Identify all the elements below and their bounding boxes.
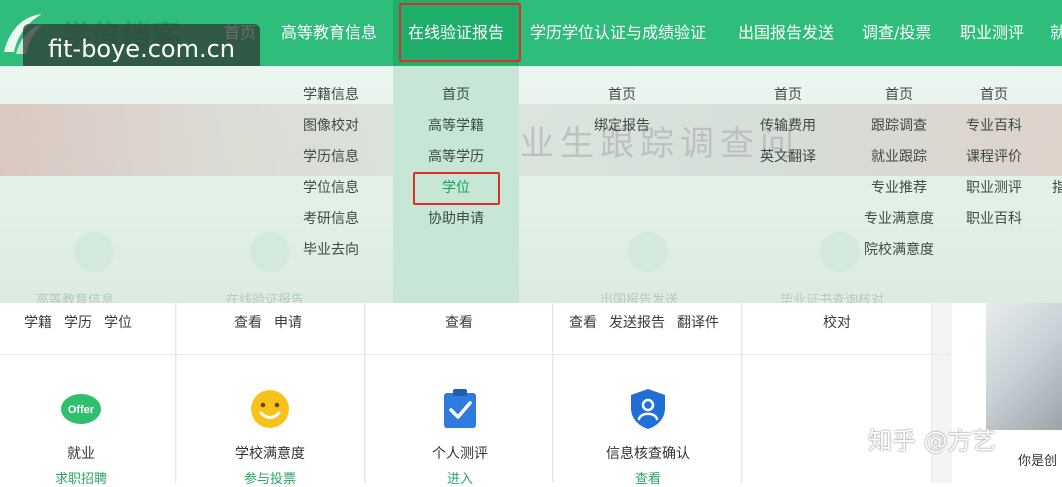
menu-item[interactable]: 绑定报告 (567, 111, 677, 142)
menu-item[interactable]: 专业百科 (939, 111, 1049, 142)
card-title-info-verification: 信息核查确认 (606, 446, 690, 462)
menu-item[interactable]: 学历信息 (276, 142, 386, 173)
menu-item[interactable]: 首页 (401, 80, 511, 111)
divider (0, 354, 950, 355)
menu-item[interactable]: 跟踪调查 (844, 111, 954, 142)
card-link-vote[interactable]: 参与投票 (190, 468, 350, 487)
menu-item[interactable]: 专业满意度 (844, 204, 954, 235)
dropdown-column-career: 首页 专业百科 课程评价 职业测评 职业百科 (939, 80, 1049, 235)
shield-user-icon (631, 389, 665, 429)
menu-item[interactable]: 首页 (567, 80, 677, 111)
link-xuewei[interactable]: 学位 (104, 315, 132, 331)
link-view[interactable]: 查看 (569, 315, 597, 331)
menu-item[interactable]: 协助申请 (401, 204, 511, 235)
dropdown-column-overseas-report: 首页 传输费用 英文翻译 (733, 80, 843, 173)
card-link-view[interactable]: 查看 (568, 468, 728, 487)
menu-item[interactable]: 首页 (844, 80, 954, 111)
card-links-higher-education: 学籍 学历 学位 (24, 312, 132, 332)
watermark-zhihu: 知乎 @方艺 (868, 427, 996, 455)
menu-item[interactable]: 英文翻译 (733, 142, 843, 173)
faded-education-icon (74, 232, 114, 272)
menu-item[interactable]: 毕业去向 (276, 235, 386, 266)
menu-item[interactable]: 考研信息 (276, 204, 386, 235)
card-links-certification: 查看 (445, 312, 473, 332)
link-view[interactable]: 查看 (234, 315, 262, 331)
link-xueji[interactable]: 学籍 (24, 315, 52, 331)
dropdown-column-higher-education: 学籍信息 图像校对 学历信息 学位信息 考研信息 毕业去向 (276, 80, 386, 266)
menu-item[interactable]: 传输费用 (733, 111, 843, 142)
menu-item[interactable]: 学位信息 (276, 173, 386, 204)
link-translation[interactable]: 翻译件 (677, 315, 719, 331)
menu-item[interactable]: 职业百科 (939, 204, 1049, 235)
nav-overseas-report[interactable]: 出国报告发送 (738, 0, 834, 66)
nav-degree-certification[interactable]: 学历学位认证与成绩验证 (530, 0, 706, 66)
card-links-diploma: 校对 (823, 312, 851, 332)
highlight-box-degree (413, 172, 500, 205)
menu-item[interactable]: 专业推荐 (844, 173, 954, 204)
link-apply[interactable]: 申请 (274, 315, 302, 331)
clipboard-check-icon (444, 389, 476, 428)
card-link-enter[interactable]: 进入 (380, 468, 540, 487)
link-send-report[interactable]: 发送报告 (609, 315, 665, 331)
nav-higher-education-info[interactable]: 高等教育信息 (281, 0, 377, 66)
faded-globe-icon (628, 232, 668, 272)
card-links-online-report: 查看 申请 (234, 312, 302, 332)
menu-item[interactable]: 首页 (733, 80, 843, 111)
menu-item[interactable]: 院校满意度 (844, 235, 954, 266)
dropdown-column-online-verification: 首页 高等学籍 高等学历 学位 协助申请 (401, 80, 511, 235)
nav-career-assessment[interactable]: 职业测评 (960, 0, 1024, 66)
card-link-job-search[interactable]: 求职招聘 (0, 468, 162, 487)
link-xueli[interactable]: 学历 (64, 315, 92, 331)
menu-item-partial[interactable]: 指 (1052, 173, 1062, 204)
menu-item[interactable]: 高等学籍 (401, 111, 511, 142)
card-title-school-satisfaction: 学校满意度 (235, 446, 305, 462)
highlight-box-nav (399, 3, 521, 62)
side-ad-photo[interactable] (986, 303, 1062, 430)
card-title-personal-assessment: 个人测评 (432, 446, 488, 462)
nav-survey-vote[interactable]: 调查/投票 (862, 0, 931, 66)
menu-item[interactable]: 学籍信息 (276, 80, 386, 111)
menu-item[interactable]: 课程评价 (939, 142, 1049, 173)
side-ad-caption: 你是创 (1018, 454, 1058, 469)
offer-icon: Offer (61, 394, 101, 424)
dropdown-column-certification: 首页 绑定报告 (567, 80, 677, 142)
nav-employment-partial[interactable]: 就 (1050, 0, 1062, 66)
menu-item[interactable]: 职业测评 (939, 173, 1049, 204)
link-view[interactable]: 查看 (445, 315, 473, 331)
link-proofread[interactable]: 校对 (823, 315, 851, 331)
menu-item[interactable]: 高等学历 (401, 142, 511, 173)
smiley-icon (251, 390, 289, 428)
menu-item[interactable]: 图像校对 (276, 111, 386, 142)
dropdown-column-survey: 首页 跟踪调查 就业跟踪 专业推荐 专业满意度 院校满意度 (844, 80, 954, 266)
card-links-overseas: 查看 发送报告 翻译件 (569, 312, 719, 332)
menu-item[interactable]: 首页 (939, 80, 1049, 111)
offer-icon-text: Offer (68, 404, 95, 416)
menu-item[interactable]: 就业跟踪 (844, 142, 954, 173)
card-title-employment: 就业 (67, 446, 95, 462)
